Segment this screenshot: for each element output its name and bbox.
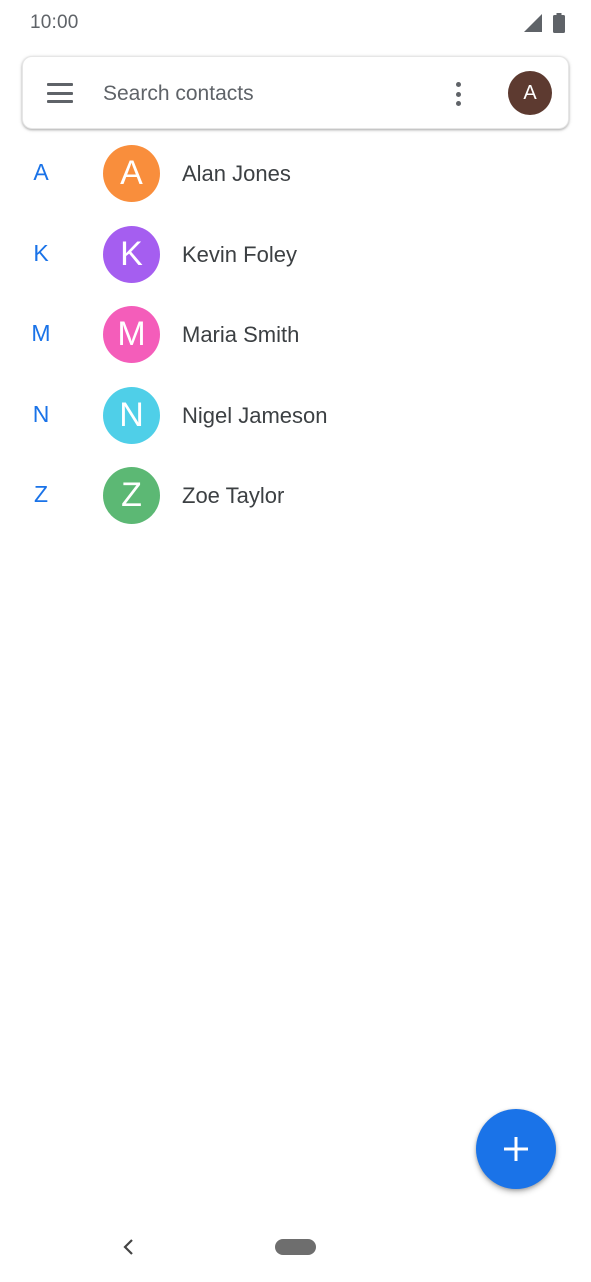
status-icons	[523, 13, 565, 33]
more-vert-icon-dot	[455, 91, 461, 97]
contact-name: Kevin Foley	[182, 241, 297, 267]
contact-row[interactable]: Z Z Zoe Taylor	[0, 455, 591, 536]
status-bar: 10:00	[0, 0, 591, 46]
section-letter: A	[33, 159, 49, 185]
menu-icon-line	[47, 100, 73, 103]
add-icon	[504, 1137, 528, 1161]
contact-avatar: A	[103, 145, 160, 202]
contact-avatar: Z	[103, 467, 160, 524]
battery-icon	[553, 13, 565, 33]
menu-button[interactable]	[45, 79, 75, 107]
nav-home-button[interactable]	[275, 1239, 316, 1255]
contact-name: Zoe Taylor	[182, 483, 285, 508]
search-input[interactable]	[103, 75, 433, 113]
back-icon	[123, 1239, 133, 1255]
more-options-button[interactable]	[447, 79, 469, 109]
contact-name: Alan Jones	[182, 161, 291, 186]
contact-avatar: N	[103, 386, 160, 444]
more-vert-icon-dot	[455, 101, 461, 106]
more-vert-icon-dot	[455, 82, 461, 87]
contact-list: A A Alan Jones K K Kevin Foley M M Maria…	[0, 133, 591, 536]
nav-back-button[interactable]	[116, 1234, 140, 1260]
contact-row[interactable]: K K Kevin Foley	[0, 214, 591, 295]
contact-row[interactable]: M M Maria Smith	[0, 294, 591, 375]
section-letter: K	[33, 239, 49, 266]
account-avatar[interactable]: A	[508, 71, 552, 115]
add-contact-button[interactable]	[476, 1109, 556, 1189]
menu-icon-line	[47, 83, 73, 86]
contact-avatar: M	[103, 306, 160, 363]
status-time: 10:00	[30, 12, 79, 33]
contact-avatar: K	[103, 225, 160, 283]
section-letter: Z	[33, 481, 49, 507]
cell-signal-icon	[524, 14, 542, 32]
contacts-screen: 10:00 A A A Alan Jone	[0, 0, 591, 1282]
section-letter: N	[32, 400, 50, 427]
search-bar: A	[22, 56, 569, 129]
contact-row[interactable]: A A Alan Jones	[0, 133, 591, 214]
section-letter: M	[31, 320, 51, 346]
contact-name: Maria Smith	[182, 322, 300, 347]
contact-name: Nigel Jameson	[182, 402, 328, 428]
menu-icon-line	[47, 91, 73, 95]
contact-row[interactable]: N N Nigel Jameson	[0, 375, 591, 456]
